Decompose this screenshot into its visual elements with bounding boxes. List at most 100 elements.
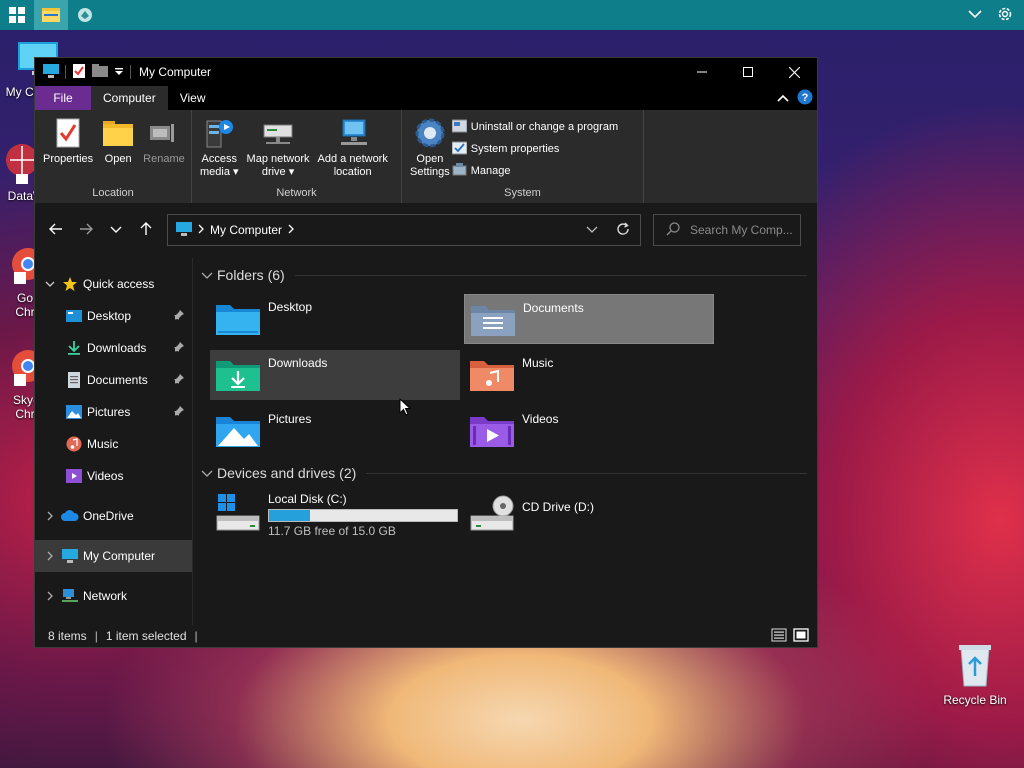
chevron-right-icon[interactable] (43, 591, 57, 601)
folder-open-icon (101, 116, 135, 150)
picture-icon (65, 403, 83, 421)
nav-my-computer[interactable]: My Computer (35, 540, 192, 572)
map-network-label: Map network (246, 153, 310, 165)
folder-label: Downloads (268, 356, 328, 370)
documents-folder-icon (469, 295, 517, 343)
system-properties-button[interactable]: System properties (451, 138, 618, 160)
pin-icon[interactable] (174, 309, 184, 323)
star-icon (61, 275, 79, 293)
breadcrumb-my-computer[interactable]: My Computer (210, 223, 282, 237)
tab-view[interactable]: View (168, 86, 218, 110)
desktop-icon-label-line2: Chr (15, 407, 35, 421)
gear-icon (413, 116, 447, 150)
folder-videos[interactable]: Videos (464, 406, 714, 456)
nav-label: Pictures (87, 405, 131, 419)
search-icon (666, 221, 680, 239)
folder-label: Videos (522, 412, 559, 426)
desktop-icon-recycle-bin[interactable]: Recycle Bin (936, 642, 1014, 707)
chevron-down-icon[interactable] (968, 8, 982, 22)
chevron-down-icon[interactable] (201, 267, 213, 283)
drive-local-c[interactable]: Local Disk (C:) 11.7 GB free of 15.0 GB (210, 490, 460, 540)
refresh-icon[interactable] (616, 222, 630, 239)
chevron-right-icon[interactable] (43, 551, 57, 561)
navigation-pane: Quick access Desktop Downloads Documents… (35, 258, 193, 625)
nav-label: OneDrive (83, 509, 134, 523)
videos-folder-icon (468, 406, 516, 454)
chevron-right-icon[interactable] (288, 223, 294, 237)
nav-onedrive[interactable]: OneDrive (35, 500, 192, 532)
minimize-button[interactable] (679, 58, 725, 86)
search-placeholder: Search My Comp... (690, 223, 793, 237)
nav-pictures[interactable]: Pictures (35, 396, 192, 428)
address-bar[interactable]: My Computer (167, 214, 641, 246)
section-folders[interactable]: Folders (6) (201, 260, 817, 290)
arrow-left-icon (49, 223, 63, 238)
pin-icon[interactable] (174, 405, 184, 419)
pin-icon[interactable] (174, 341, 184, 355)
folder-downloads[interactable]: Downloads (210, 350, 460, 400)
folder-desktop[interactable]: Desktop (210, 294, 460, 344)
nav-network[interactable]: Network (35, 580, 192, 612)
address-history-dropdown-icon[interactable] (586, 223, 598, 237)
desktop-icon-label: Go (16, 291, 33, 305)
drive-free-space: 11.7 GB free of 15.0 GB (268, 524, 396, 538)
section-devices[interactable]: Devices and drives (2) (201, 458, 817, 488)
new-folder-icon[interactable] (92, 63, 108, 81)
pin-icon[interactable] (174, 373, 184, 387)
chevron-right-icon[interactable] (198, 223, 204, 237)
recent-locations-button[interactable] (101, 215, 131, 245)
nav-label: Documents (87, 373, 148, 387)
chevron-down-icon[interactable] (201, 465, 213, 481)
ribbon: Properties Open Rename Location Access m… (35, 110, 817, 204)
main-pane: Folders (6) Desktop Documents Downloads … (193, 258, 817, 625)
maximize-button[interactable] (725, 58, 771, 86)
chevron-down-icon[interactable] (43, 281, 57, 288)
large-icons-view-icon[interactable] (793, 627, 809, 645)
nav-label: Network (83, 589, 128, 603)
properties-icon[interactable] (72, 63, 86, 82)
network-location-icon (336, 116, 370, 150)
svg-text:?: ? (802, 92, 809, 104)
search-input[interactable]: Search My Comp... (653, 214, 801, 246)
close-button[interactable] (771, 58, 817, 86)
file-explorer-icon[interactable] (34, 0, 68, 30)
ribbon-group-label: System (504, 187, 541, 199)
nav-desktop[interactable]: Desktop (35, 300, 192, 332)
settings-gear-icon[interactable] (996, 5, 1014, 26)
windows-start-icon[interactable] (0, 0, 34, 30)
folder-documents[interactable]: Documents (464, 294, 714, 344)
cd-drive-icon (468, 490, 516, 538)
drive-cd-d[interactable]: CD Drive (D:) (464, 490, 714, 540)
computer-icon[interactable] (43, 63, 59, 81)
status-separator: | (194, 629, 198, 643)
app-icon[interactable] (68, 0, 102, 30)
details-view-icon[interactable] (771, 628, 787, 645)
nav-music[interactable]: Music (35, 428, 192, 460)
up-button[interactable] (131, 215, 161, 245)
pictures-folder-icon (214, 406, 262, 454)
chevron-down-icon (110, 223, 122, 237)
nav-documents[interactable]: Documents (35, 364, 192, 396)
network-icon (61, 587, 79, 605)
folder-pictures[interactable]: Pictures (210, 406, 460, 456)
customize-qa-dropdown-icon[interactable] (114, 65, 124, 79)
folder-label: Documents (523, 301, 584, 315)
ribbon-group-label: Location (92, 187, 134, 199)
content-area: Quick access Desktop Downloads Documents… (35, 258, 817, 625)
folder-music[interactable]: Music (464, 350, 714, 400)
nav-quick-access[interactable]: Quick access (35, 268, 192, 300)
collapse-ribbon-icon[interactable] (777, 91, 789, 105)
chevron-right-icon[interactable] (43, 511, 57, 521)
nav-downloads[interactable]: Downloads (35, 332, 192, 364)
help-icon[interactable]: ? (797, 89, 813, 108)
back-button[interactable] (41, 215, 71, 245)
manage-button[interactable]: Manage (452, 160, 618, 182)
forward-button[interactable] (71, 215, 101, 245)
nav-label: Videos (87, 469, 124, 483)
open-settings-label-line2: Settings (410, 166, 450, 178)
tab-computer[interactable]: Computer (91, 86, 168, 110)
tab-file[interactable]: File (35, 86, 91, 110)
manage-icon (452, 162, 467, 180)
nav-videos[interactable]: Videos (35, 460, 192, 492)
uninstall-program-button[interactable]: Uninstall or change a program (451, 116, 618, 138)
